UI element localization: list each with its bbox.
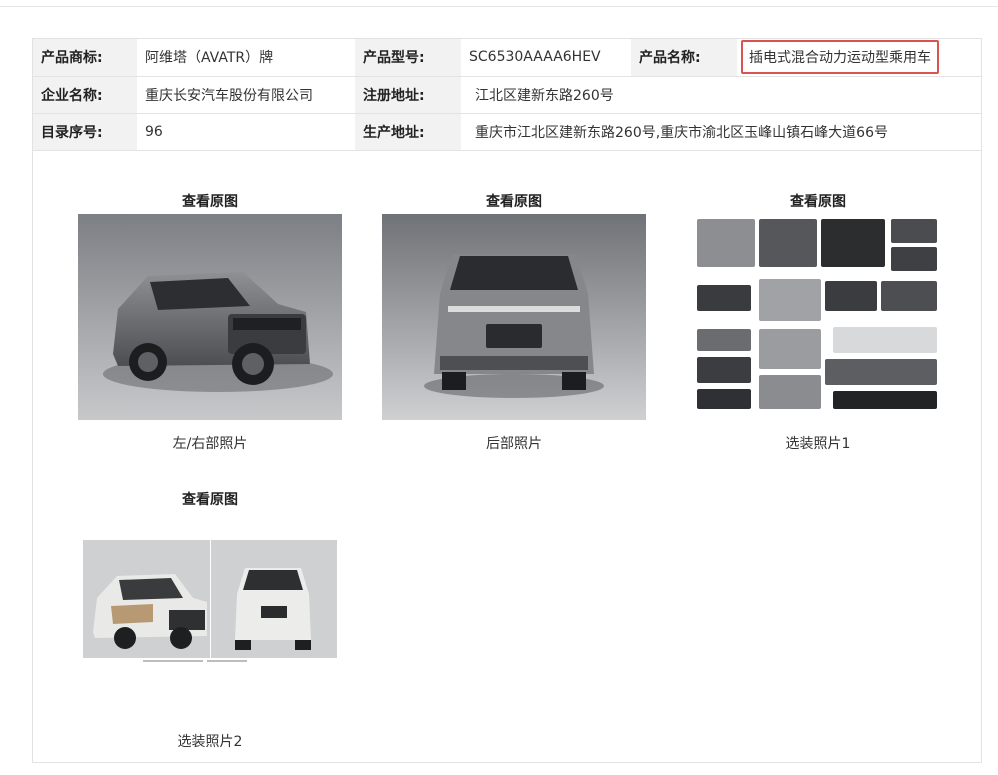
view-original-link-4[interactable]: 查看原图: [110, 489, 310, 509]
caption-1: 左/右部照片: [172, 436, 248, 452]
model-label: 产品型号:: [355, 39, 461, 77]
product-name-value: 插电式混合动力运动型乘用车: [741, 40, 939, 75]
view-original-link-2[interactable]: 查看原图: [414, 191, 614, 211]
product-name-cell: 插电式混合动力运动型乘用车: [737, 39, 981, 77]
view-original-link-3[interactable]: 查看原图: [718, 191, 918, 211]
product-panel: 产品商标: 阿维塔（AVATR）牌 产品型号: SC6530AAAA6HEV 产…: [32, 38, 982, 763]
tiny-caption-mark: [207, 660, 247, 662]
collage-tile: [891, 247, 937, 271]
collage-tile: [697, 357, 751, 383]
caption-2: 后部照片: [486, 436, 542, 452]
collage-tile: [825, 359, 937, 385]
product-info-table: 产品商标: 阿维塔（AVATR）牌 产品型号: SC6530AAAA6HEV 产…: [33, 39, 981, 151]
prod-address-value: 重庆市江北区建新东路260号,重庆市渝北区玉峰山镇石峰大道66号: [461, 113, 981, 151]
product-name-label: 产品名称:: [631, 39, 737, 77]
model-value: SC6530AAAA6HEV: [461, 39, 631, 77]
car-rear-image: [382, 214, 646, 420]
view-original-link-1[interactable]: 查看原图: [110, 191, 310, 211]
catalog-value: 96: [137, 113, 355, 151]
collage-tile: [821, 219, 885, 267]
company-value: 重庆长安汽车股份有限公司: [137, 76, 355, 114]
table-row: 企业名称: 重庆长安汽车股份有限公司 注册地址: 江北区建新东路260号: [33, 76, 981, 114]
photo-left-right[interactable]: [78, 214, 342, 420]
photo-rear[interactable]: [382, 214, 646, 420]
caption-4: 选装照片2: [177, 734, 243, 750]
photo-optional-2[interactable]: [83, 540, 337, 666]
table-row: 产品商标: 阿维塔（AVATR）牌 产品型号: SC6530AAAA6HEV 产…: [33, 39, 981, 77]
collage-tile: [759, 375, 821, 409]
tiny-caption-mark: [143, 660, 203, 662]
brand-label: 产品商标:: [33, 39, 137, 77]
collage-tile: [759, 219, 817, 267]
top-divider: [0, 6, 998, 7]
reg-address-value: 江北区建新东路260号: [461, 76, 981, 114]
car-side-image: [78, 214, 342, 420]
company-label: 企业名称:: [33, 76, 137, 114]
reg-address-label: 注册地址:: [355, 76, 461, 114]
car-optional-image: [83, 540, 337, 666]
collage-tile: [833, 327, 937, 353]
collage-tile: [833, 391, 937, 409]
collage-tile: [697, 329, 751, 351]
collage-tile: [697, 389, 751, 409]
catalog-label: 目录序号:: [33, 113, 137, 151]
photo-optional-1[interactable]: [695, 217, 940, 413]
collage-tile: [759, 279, 821, 321]
brand-value: 阿维塔（AVATR）牌: [137, 39, 355, 77]
collage-tile: [759, 329, 821, 369]
collage-tile: [891, 219, 937, 243]
collage-tile: [697, 219, 755, 267]
collage-tile: [697, 285, 751, 311]
collage-tile: [825, 281, 877, 311]
table-row: 目录序号: 96 生产地址: 重庆市江北区建新东路260号,重庆市渝北区玉峰山镇…: [33, 113, 981, 151]
caption-3: 选装照片1: [785, 436, 851, 452]
collage-tile: [881, 281, 937, 311]
prod-address-label: 生产地址:: [355, 113, 461, 151]
